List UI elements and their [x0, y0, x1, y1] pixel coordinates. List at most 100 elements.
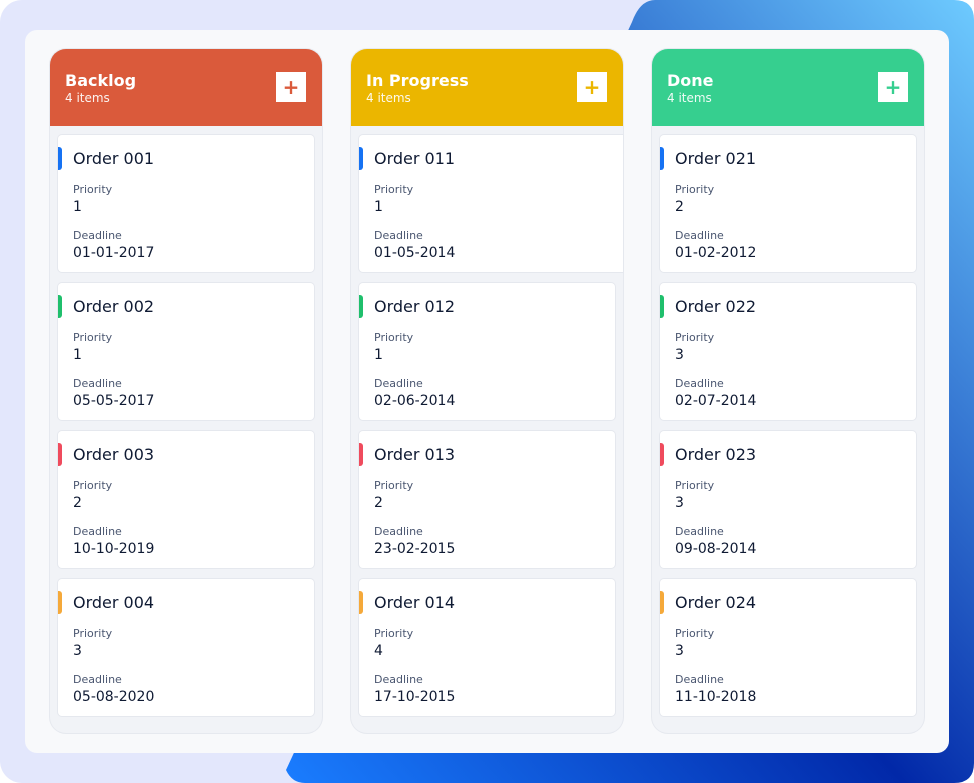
column-header: Done 4 items +	[652, 49, 924, 126]
add-card-button[interactable]: +	[577, 72, 607, 102]
card-title: Order 021	[675, 149, 757, 168]
priority-indicator	[660, 591, 664, 614]
deadline-value: 01-05-2014	[374, 245, 456, 261]
order-card[interactable]: Order 011 Priority 1 Deadline 01-05-2014	[359, 135, 623, 272]
priority-label: Priority	[675, 479, 715, 492]
card-title: Order 022	[675, 297, 757, 316]
card-title: Order 024	[675, 593, 757, 612]
priority-indicator	[58, 591, 62, 614]
deadline-label: Deadline	[73, 377, 122, 390]
priority-label: Priority	[675, 331, 715, 344]
priority-value: 1	[73, 347, 82, 363]
deadline-value: 17-10-2015	[374, 689, 456, 705]
deadline-value: 11-10-2018	[675, 689, 757, 705]
order-card[interactable]: Order 022 Priority 3 Deadline 02-07-2014	[660, 283, 916, 420]
priority-indicator	[58, 147, 62, 170]
priority-indicator	[58, 443, 62, 466]
order-card[interactable]: Order 001 Priority 1 Deadline 01-01-2017	[58, 135, 314, 272]
deadline-value: 01-01-2017	[73, 245, 155, 261]
deadline-value: 05-05-2017	[73, 393, 155, 409]
order-card[interactable]: Order 004 Priority 3 Deadline 05-08-2020	[58, 579, 314, 716]
priority-value: 1	[73, 199, 82, 215]
column-in-progress: In Progress 4 items + Order 011 Priority…	[351, 49, 623, 733]
column-backlog: Backlog 4 items + Order 001 Priority 1 D…	[50, 49, 322, 733]
deadline-label: Deadline	[675, 377, 724, 390]
deadline-value: 10-10-2019	[73, 541, 155, 557]
priority-value: 3	[675, 347, 684, 363]
add-card-button[interactable]: +	[276, 72, 306, 102]
priority-label: Priority	[73, 479, 113, 492]
deadline-value: 23-02-2015	[374, 541, 456, 557]
priority-label: Priority	[73, 183, 113, 196]
priority-label: Priority	[374, 183, 414, 196]
priority-indicator	[359, 591, 363, 614]
deadline-label: Deadline	[73, 673, 122, 686]
column-title: Backlog	[65, 71, 137, 90]
order-card[interactable]: Order 023 Priority 3 Deadline 09-08-2014	[660, 431, 916, 568]
priority-value: 2	[675, 199, 684, 215]
card-title: Order 014	[374, 593, 456, 612]
priority-label: Priority	[73, 331, 113, 344]
card-list: Order 021 Priority 2 Deadline 01-02-2012…	[660, 135, 916, 727]
kanban-board: Backlog 4 items + Order 001 Priority 1 D…	[25, 30, 949, 753]
priority-value: 3	[73, 643, 82, 659]
priority-indicator	[359, 443, 363, 466]
plus-icon: +	[884, 75, 902, 99]
column-item-count: 4 items	[65, 91, 110, 105]
order-card[interactable]: Order 021 Priority 2 Deadline 01-02-2012	[660, 135, 916, 272]
column-title: In Progress	[366, 71, 469, 90]
card-title: Order 023	[675, 445, 757, 464]
order-card[interactable]: Order 024 Priority 3 Deadline 11-10-2018	[660, 579, 916, 716]
priority-value: 3	[675, 495, 684, 511]
priority-value: 3	[675, 643, 684, 659]
plus-icon: +	[282, 75, 300, 99]
deadline-label: Deadline	[374, 377, 423, 390]
card-list: Order 001 Priority 1 Deadline 01-01-2017…	[58, 135, 314, 727]
priority-value: 2	[374, 495, 383, 511]
priority-indicator	[660, 295, 664, 318]
priority-indicator	[660, 443, 664, 466]
order-card[interactable]: Order 012 Priority 1 Deadline 02-06-2014	[359, 283, 615, 420]
card-title: Order 001	[73, 149, 155, 168]
add-card-button[interactable]: +	[878, 72, 908, 102]
order-card[interactable]: Order 014 Priority 4 Deadline 17-10-2015	[359, 579, 615, 716]
deadline-label: Deadline	[73, 525, 122, 538]
deadline-label: Deadline	[675, 673, 724, 686]
priority-indicator	[359, 147, 363, 170]
card-title: Order 011	[374, 149, 456, 168]
column-item-count: 4 items	[667, 91, 712, 105]
card-title: Order 004	[73, 593, 155, 612]
column-header: In Progress 4 items +	[351, 49, 623, 126]
priority-label: Priority	[374, 479, 414, 492]
priority-value: 2	[73, 495, 82, 511]
order-card[interactable]: Order 002 Priority 1 Deadline 05-05-2017	[58, 283, 314, 420]
deadline-value: 01-02-2012	[675, 245, 757, 261]
priority-label: Priority	[73, 627, 113, 640]
priority-value: 1	[374, 199, 383, 215]
deadline-label: Deadline	[675, 525, 724, 538]
deadline-value: 02-06-2014	[374, 393, 456, 409]
card-title: Order 003	[73, 445, 155, 464]
card-title: Order 012	[374, 297, 456, 316]
deadline-label: Deadline	[675, 229, 724, 242]
order-card[interactable]: Order 003 Priority 2 Deadline 10-10-2019	[58, 431, 314, 568]
priority-value: 4	[374, 643, 383, 659]
priority-label: Priority	[675, 183, 715, 196]
deadline-value: 05-08-2020	[73, 689, 155, 705]
column-title: Done	[667, 71, 714, 90]
deadline-value: 02-07-2014	[675, 393, 757, 409]
priority-label: Priority	[675, 627, 715, 640]
priority-indicator	[359, 295, 363, 318]
deadline-label: Deadline	[374, 229, 423, 242]
priority-label: Priority	[374, 627, 414, 640]
column-done: Done 4 items + Order 021 Priority 2 Dead…	[652, 49, 924, 733]
priority-value: 1	[374, 347, 383, 363]
card-list: Order 011 Priority 1 Deadline 01-05-2014…	[359, 135, 623, 727]
deadline-label: Deadline	[374, 673, 423, 686]
order-card[interactable]: Order 013 Priority 2 Deadline 23-02-2015	[359, 431, 615, 568]
priority-indicator	[660, 147, 664, 170]
deadline-label: Deadline	[73, 229, 122, 242]
deadline-value: 09-08-2014	[675, 541, 757, 557]
plus-icon: +	[583, 75, 601, 99]
column-header: Backlog 4 items +	[50, 49, 322, 126]
